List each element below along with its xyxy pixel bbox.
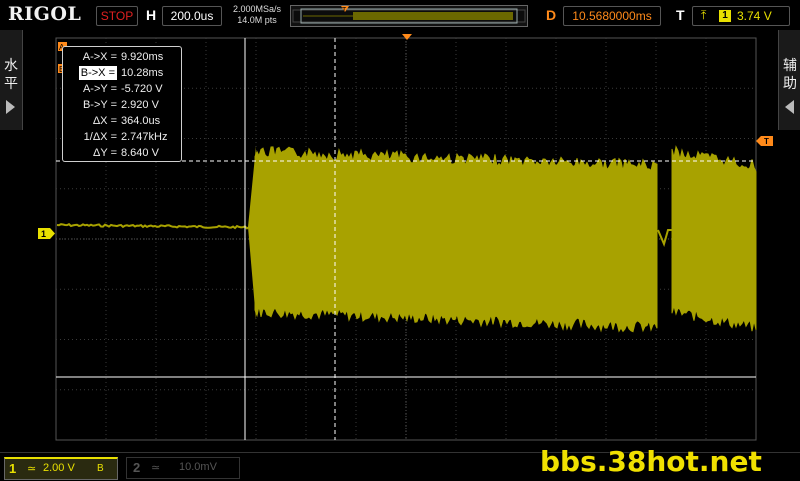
measurement-value: -5.720 V — [121, 83, 163, 95]
brand-logo: RIGOL — [8, 3, 82, 25]
watermark: bbs.38hot.net — [540, 445, 762, 478]
memory-overview-graphic: T — [292, 6, 526, 24]
horizontal-menu-tab[interactable]: 水 平 — [0, 30, 23, 130]
channel2-number: 2 — [133, 460, 141, 475]
channel1-bandwidth-limit: B — [97, 463, 104, 474]
measurement-label: A->X = — [82, 51, 117, 63]
chevron-left-icon — [785, 100, 794, 114]
measurement-label: B->Y = — [82, 99, 117, 111]
channel2-status[interactable]: 2 ≃ 10.0mV — [126, 457, 240, 479]
utility-menu-tab[interactable]: 辅 助 — [778, 30, 800, 130]
waveform-burst-segment-1 — [254, 146, 658, 333]
memory-depth: 14.0M pts — [237, 15, 277, 25]
channel1-status[interactable]: 1 ≃ 2.00 V B — [4, 457, 118, 480]
acquisition-info: 2.000MSa/s 14.0M pts — [228, 4, 286, 26]
cursor-measurement-panel: A->X = 9.920ms B->X = 10.28ms A->Y = -5.720 V… — [62, 46, 182, 162]
chevron-right-icon — [6, 100, 15, 114]
memory-overview-burst — [353, 12, 513, 20]
run-stop-status[interactable]: STOP — [96, 6, 138, 26]
trigger-level: 3.74 V — [737, 9, 772, 23]
trigger-level-marker-label: T — [764, 137, 769, 146]
horizontal-menu-char-1: 水 — [4, 57, 18, 73]
horizontal-menu-char-2: 平 — [4, 75, 18, 91]
waveform-burst-segment-2 — [671, 145, 757, 332]
horizontal-delay[interactable]: 10.5680000ms — [563, 6, 661, 26]
trigger-level-pointer — [756, 136, 761, 146]
channel2-coupling-icon: ≃ — [151, 462, 161, 474]
measurement-label: 1/ΔX = — [83, 131, 117, 143]
channel2-scale: 10.0mV — [179, 461, 217, 473]
sample-rate: 2.000MSa/s — [232, 4, 282, 14]
rising-edge-icon: ⤒ — [701, 8, 707, 22]
measurement-label: B->X = — [78, 66, 117, 80]
channel1-number: 1 — [9, 461, 17, 476]
measurement-value: 2.920 V — [121, 99, 159, 111]
utility-menu-char-1: 辅 — [783, 57, 797, 73]
trigger-settings[interactable]: ⤒ 1 3.74 V — [692, 6, 790, 26]
measurement-label: ΔX = — [92, 115, 117, 127]
channel1-marker-label: 1 — [41, 229, 46, 239]
measurement-value: 8.640 V — [121, 147, 159, 159]
measurement-label: A->Y = — [82, 83, 117, 95]
utility-menu-char-2: 助 — [783, 75, 797, 91]
timebase-scale[interactable]: 200.0us — [162, 6, 222, 26]
timebase-label: H — [146, 7, 157, 23]
memory-overview-bar[interactable]: T — [290, 5, 528, 27]
trigger-label: T — [676, 7, 685, 23]
channel1-offset-pointer — [50, 228, 55, 239]
measurement-label: ΔY = — [93, 147, 117, 159]
utility-menu-label: 辅 助 — [779, 56, 800, 92]
memory-trigger-label: T — [342, 7, 347, 14]
measurement-value: 10.28ms — [121, 67, 164, 79]
trigger-source: 1 — [719, 10, 731, 22]
measurement-value: 9.920ms — [121, 51, 164, 63]
delay-label: D — [546, 7, 557, 23]
top-status-bar: RIGOL STOP H 200.0us 2.000MSa/s 14.0M pt… — [0, 0, 800, 30]
channel1-coupling-icon: ≃ — [27, 463, 37, 475]
channel1-scale: 2.00 V — [43, 462, 75, 474]
measurement-value: 2.747kHz — [121, 131, 168, 143]
measurement-value: 364.0us — [121, 115, 161, 127]
horizontal-menu-label: 水 平 — [0, 56, 22, 92]
